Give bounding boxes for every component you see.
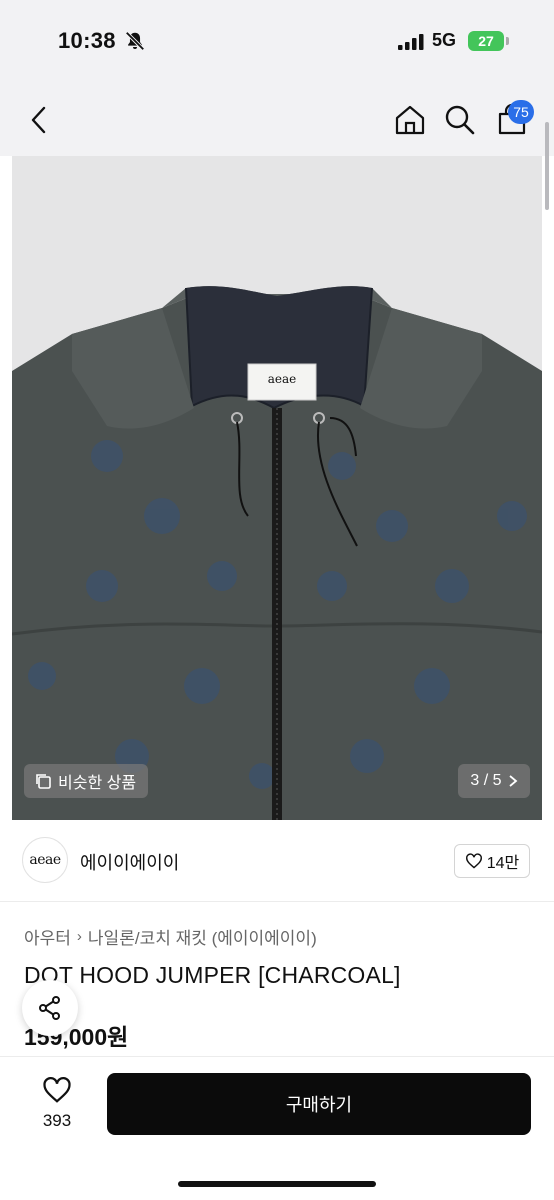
copy-icon <box>36 774 51 789</box>
signal-icon <box>398 34 424 50</box>
shop-row[interactable]: aeae 에이이에이이 14만 <box>0 820 554 902</box>
shop-logo[interactable]: aeae <box>22 837 68 883</box>
page-indicator-text: 3 / 5 <box>470 772 502 789</box>
buy-button-label: 구매하기 <box>285 1095 353 1115</box>
similar-products-label: 비슷한 상품 <box>58 775 137 792</box>
shop-name[interactable]: 에이이에이이 <box>80 849 179 875</box>
garment-tag-label: aeae <box>267 372 297 386</box>
heart-icon <box>465 853 482 869</box>
chevron-left-icon[interactable] <box>22 102 58 138</box>
chevron-right-icon <box>508 775 517 787</box>
shop-like-count: 14만 <box>486 855 520 872</box>
jacket-photo <box>12 286 542 820</box>
breadcrumb-category[interactable]: 아우터 <box>24 924 71 949</box>
buy-button[interactable]: 구매하기 <box>107 1073 531 1135</box>
home-icon[interactable] <box>392 102 428 138</box>
battery-indicator: 27 <box>468 31 504 51</box>
image-page-indicator[interactable]: 3 / 5 <box>458 764 530 798</box>
home-indicator <box>178 1181 376 1187</box>
status-time: 10:38 <box>58 28 116 53</box>
scrollbar[interactable] <box>545 122 549 210</box>
search-icon[interactable] <box>442 102 478 138</box>
network-label: 5G <box>432 30 457 50</box>
cart-count-badge: 75 <box>508 100 534 124</box>
battery-cap <box>506 37 509 45</box>
breadcrumb-subcategory[interactable]: 나일론/코치 재킷 (에이이에이이) <box>88 924 317 949</box>
product-title: DOT HOOD JUMPER [CHARCOAL] <box>24 962 401 988</box>
share-icon <box>39 996 60 1020</box>
share-button[interactable] <box>22 980 78 1036</box>
wish-count: 393 <box>42 1111 72 1130</box>
chevron-right-icon: › <box>76 928 82 945</box>
breadcrumb: 아우터 › 나일론/코치 재킷 (에이이에이이) <box>24 924 317 949</box>
heart-icon <box>43 1077 71 1103</box>
shop-like-button[interactable]: 14만 <box>454 844 530 878</box>
bell-slash-icon <box>125 31 145 51</box>
status-bar: 10:38 5G 27 <box>0 0 554 84</box>
product-image[interactable]: aeae <box>12 156 542 820</box>
wish-button[interactable]: 393 <box>30 1076 84 1131</box>
similar-products-button[interactable]: 비슷한 상품 <box>24 764 149 798</box>
